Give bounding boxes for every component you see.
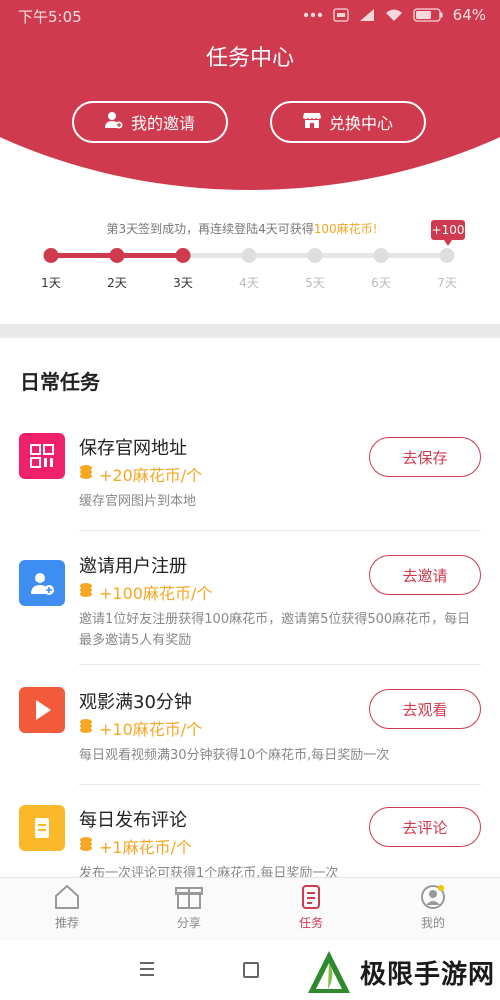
nav-item-recommend[interactable]: 推荐 [27, 884, 107, 931]
comment-doc-icon [19, 805, 65, 851]
nav-item-share[interactable]: 分享 [149, 884, 229, 931]
battery-percent: 64% [452, 6, 486, 24]
gift-icon [149, 884, 229, 910]
task-reward: +1麻花币/个 [79, 834, 192, 858]
status-time: 下午5:05 [18, 8, 82, 26]
coin-icon [79, 836, 93, 856]
day-label: 3天 [173, 276, 193, 290]
day-label: 6天 [371, 276, 391, 290]
progress-segment [51, 253, 117, 258]
task-name: 邀请用户注册 [79, 556, 187, 577]
task-icon [271, 884, 351, 910]
day-dot [241, 248, 257, 263]
watermark-text: 极限手游网 [360, 959, 496, 990]
header: 下午5:05 64% 任务中心 我的邀请 兑换中心 [0, 0, 500, 200]
day-dot [307, 248, 323, 263]
task-desc: 邀请1位好友注册获得100麻花币，邀请第5位获得500麻花币，每日最多邀请5人有… [79, 612, 471, 648]
profile-icon [393, 884, 473, 910]
day-dot [175, 248, 191, 263]
day-dot [109, 248, 125, 263]
exchange-center-button[interactable]: 兑换中心 [270, 101, 426, 143]
signal-icon [359, 8, 375, 22]
bottom-nav: 推荐 分享 任务 我的 [0, 877, 500, 941]
home-icon [27, 884, 107, 910]
progress-segment [249, 253, 315, 258]
day-dot [43, 248, 59, 263]
coin-icon [79, 582, 93, 602]
day-dot [373, 248, 389, 263]
play-icon [19, 687, 65, 733]
task-name: 保存官网地址 [79, 438, 187, 459]
page-title: 任务中心 [205, 46, 294, 71]
watch-button[interactable]: 去观看 [369, 689, 481, 729]
task-desc: 缓存官网图片到本地 [79, 494, 197, 509]
nav-item-mine[interactable]: 我的 [393, 884, 473, 931]
coin-icon [79, 718, 93, 738]
invite-button[interactable]: 去邀请 [369, 555, 481, 595]
progress-segment [117, 253, 183, 258]
status-bar: 下午5:05 64% [0, 0, 500, 32]
task-name: 每日发布评论 [79, 810, 187, 831]
store-icon [302, 112, 321, 132]
task-reward: +100麻花币/个 [79, 580, 212, 604]
task-desc: 每日观看视频满30分钟获得10个麻花币,每日奖励一次 [79, 748, 390, 763]
daily-tasks-title: 日常任务 [20, 370, 100, 394]
progress-segment [315, 253, 381, 258]
coin-icon [79, 464, 93, 484]
day-label: 4天 [239, 276, 259, 290]
qrcode-icon [19, 433, 65, 479]
watermark-logo-icon [308, 951, 350, 993]
nav-item-tasks[interactable]: 任务 [271, 884, 351, 931]
comment-button[interactable]: 去评论 [369, 807, 481, 847]
task-reward: +20麻花币/个 [79, 462, 202, 486]
task-name: 观影满30分钟 [79, 692, 192, 713]
invite-user-icon [104, 111, 123, 133]
my-invite-button[interactable]: 我的邀请 [72, 101, 228, 143]
day-dot [439, 248, 455, 263]
more-dots-icon [303, 12, 323, 18]
exchange-label: 兑换中心 [328, 114, 393, 133]
my-invite-label: 我的邀请 [130, 114, 195, 133]
day-label: 2天 [107, 276, 127, 290]
checkin-message: 第3天签到成功，再连续登陆4天可获得100麻花币! [106, 222, 378, 236]
progress-segment [183, 253, 249, 258]
section-divider [0, 324, 500, 338]
add-user-icon [19, 560, 65, 606]
day-label: 5天 [305, 276, 325, 290]
day-label: 7天 [437, 276, 457, 290]
lte-icon [333, 8, 349, 22]
progress-segment [381, 253, 447, 258]
day-label: 1天 [41, 276, 61, 290]
checkin-reward-highlight: 100麻花币! [313, 222, 378, 236]
bonus-badge: +100 [431, 220, 465, 246]
save-button[interactable]: 去保存 [369, 437, 481, 477]
battery-icon [413, 8, 443, 22]
wifi-icon [385, 8, 403, 22]
menu-icon[interactable] [140, 962, 154, 980]
task-reward: +10麻花币/个 [79, 716, 202, 740]
home-button-icon[interactable] [243, 962, 259, 978]
watermark: 极限手游网 [306, 948, 495, 996]
